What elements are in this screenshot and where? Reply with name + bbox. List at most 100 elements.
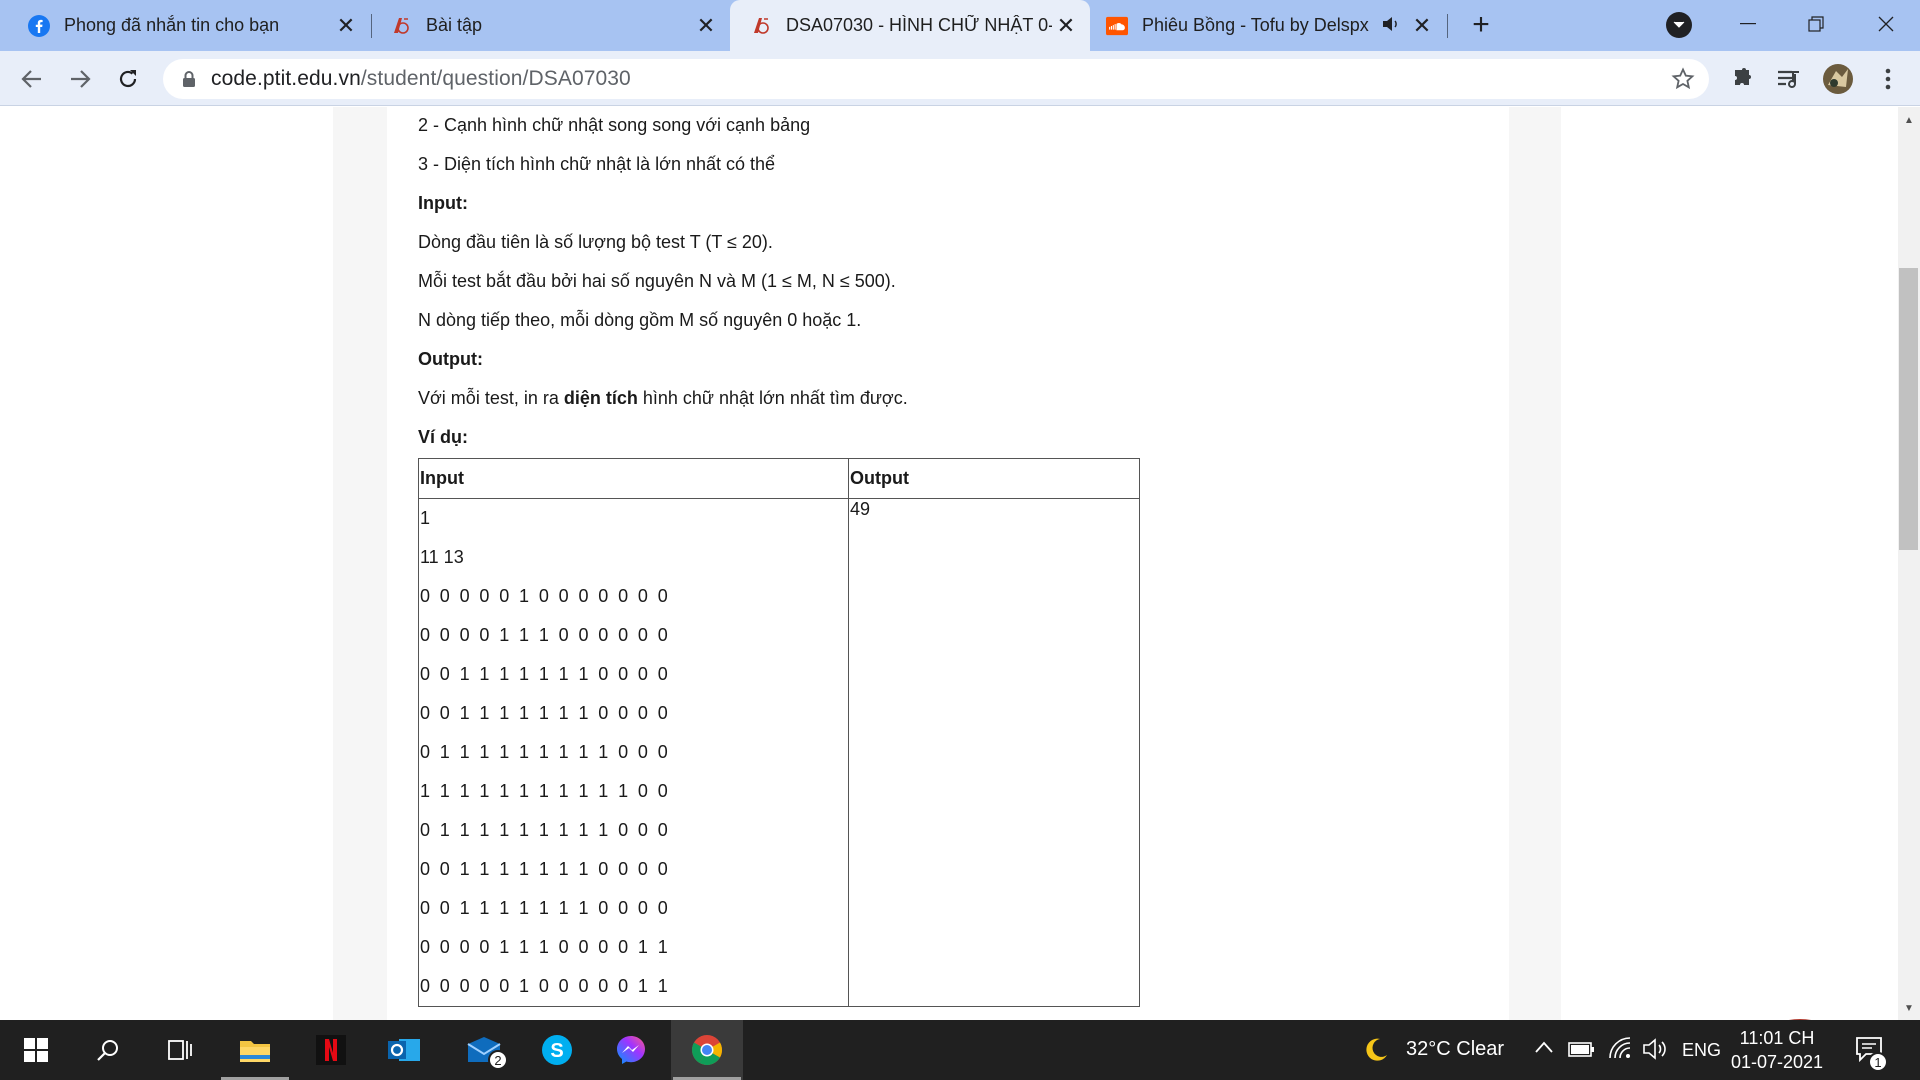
scroll-up-arrow[interactable]: ▲ [1899, 112, 1919, 128]
scroll-down-arrow[interactable]: ▼ [1899, 1000, 1919, 1016]
media-control-button[interactable] [1773, 63, 1805, 95]
avatar [1823, 64, 1853, 94]
profile-avatar[interactable] [1822, 63, 1854, 95]
weather-text[interactable]: 32°C Clear [1406, 1038, 1504, 1061]
task-view-icon [168, 1040, 192, 1060]
close-icon[interactable]: ✕ [1052, 12, 1080, 40]
back-button[interactable] [14, 61, 50, 97]
ptit-icon [390, 15, 412, 37]
close-icon[interactable]: ✕ [692, 12, 720, 40]
tab-search-button[interactable] [1666, 12, 1692, 38]
tab-title: DSA07030 - HÌNH CHỮ NHẬT 0- [786, 15, 1052, 35]
minimize-button[interactable] [1728, 6, 1768, 42]
restore-button[interactable] [1796, 6, 1836, 42]
example-table: Input Output 1 11 13 0 0 0 0 0 1 0 0 0 0… [418, 458, 1140, 1007]
soundcloud-icon [1106, 15, 1128, 37]
search-icon [97, 1040, 118, 1061]
sample-input-line: 0 0 1 1 1 1 1 1 1 0 0 0 0 [420, 703, 671, 723]
url-text: code.ptit.edu.vn/student/question/DSA070… [211, 67, 631, 91]
search-button[interactable] [72, 1020, 144, 1080]
reload-icon [119, 70, 137, 88]
sample-input-line: 0 1 1 1 1 1 1 1 1 1 0 0 0 [420, 820, 671, 840]
notification-count-badge: 1 [1868, 1052, 1888, 1072]
input-desc-1: Dòng đầu tiên là số lượng bộ test T (T ≤… [418, 232, 773, 252]
battery-icon[interactable] [1568, 1039, 1596, 1064]
puzzle-icon [1735, 68, 1751, 85]
extensions-button[interactable] [1726, 63, 1758, 95]
sample-input-line: 0 0 1 1 1 1 1 1 1 0 0 0 0 [420, 898, 671, 918]
sample-input-line: 1 [420, 508, 431, 528]
svg-text:S: S [550, 1040, 563, 1062]
close-icon[interactable]: ✕ [332, 12, 360, 40]
column-header-output: Output [848, 458, 1140, 499]
new-tab-button[interactable]: + [1464, 8, 1498, 42]
address-bar[interactable]: code.ptit.edu.vn/student/question/DSA070… [163, 59, 1709, 99]
tab-facebook[interactable]: Phong đã nhắn tin cho bạn ✕ [0, 0, 370, 51]
taskbar-netflix[interactable] [295, 1020, 367, 1080]
tab-dsa07030[interactable]: DSA07030 - HÌNH CHỮ NHẬT 0- ✕ [730, 0, 1090, 51]
sample-input-line: 0 0 1 1 1 1 1 1 1 0 0 0 0 [420, 664, 671, 684]
table-row: 1 11 13 0 0 0 0 0 1 0 0 0 0 0 0 0 0 0 0 … [418, 498, 1140, 1007]
tab-bai-tap[interactable]: Bài tập ✕ [362, 0, 730, 51]
task-view-button[interactable] [144, 1020, 216, 1080]
input-desc-2: Mỗi test bắt đầu bởi hai số nguyên N và … [418, 271, 896, 291]
close-window-button[interactable] [1866, 6, 1906, 42]
sample-input-line: 0 0 0 0 0 1 0 0 0 0 0 0 0 [420, 586, 671, 606]
sample-input-line: 11 13 [420, 547, 464, 567]
folder-icon [240, 1041, 270, 1062]
scrollbar-thumb[interactable] [1899, 268, 1918, 550]
close-icon[interactable]: ✕ [1408, 12, 1436, 40]
sample-input-line: 0 1 1 1 1 1 1 1 1 1 0 0 0 [420, 742, 671, 762]
tab-soundcloud[interactable]: Phiêu Bồng - Tofu by Delspx ✕ [1090, 0, 1446, 51]
taskbar-skype[interactable]: S [521, 1020, 593, 1080]
output-desc-bold: diện tích [563, 388, 638, 408]
page-scrollbar[interactable] [1898, 107, 1920, 1020]
show-hidden-icons-chevron-icon[interactable] [1534, 1040, 1554, 1059]
tab-separator [1447, 14, 1448, 38]
wifi-icon[interactable] [1608, 1036, 1634, 1065]
chevron-down-icon [1673, 21, 1685, 28]
clock-date: 01-07-2021 [1730, 1052, 1824, 1072]
input-heading: Input: [418, 193, 468, 213]
forward-button[interactable] [62, 61, 98, 97]
taskbar-file-explorer[interactable] [219, 1020, 291, 1080]
start-button[interactable] [0, 1020, 72, 1080]
browser-menu-button[interactable] [1872, 63, 1904, 95]
taskbar-clock[interactable]: 11:01 CH 01-07-2021 [1724, 1026, 1830, 1074]
sample-input-line: 0 0 0 0 1 1 1 0 0 0 0 0 0 [420, 625, 671, 645]
weather-moon-icon[interactable] [1362, 1036, 1390, 1069]
taskbar-mail[interactable]: 2 [448, 1020, 520, 1080]
chrome-icon [692, 1035, 723, 1066]
tab-title: Phong đã nhắn tin cho bạn [64, 15, 280, 35]
browser-toolbar: code.ptit.edu.vn/student/question/DSA070… [0, 51, 1920, 106]
url-host: code.ptit.edu.vn [211, 67, 361, 90]
reload-button[interactable] [110, 61, 146, 97]
input-language-indicator[interactable]: ENG [1682, 1040, 1721, 1061]
bookmark-star-icon[interactable] [1671, 67, 1695, 91]
action-center-button[interactable]: 1 [1854, 1034, 1888, 1072]
windows-logo-icon [24, 1038, 48, 1062]
rule-3: 3 - Diện tích hình chữ nhật là lớn nhất … [418, 154, 776, 174]
page-margin-right [1509, 107, 1561, 1020]
rule-2: 2 - Cạnh hình chữ nhật song song với cạn… [418, 115, 811, 135]
sample-input-line: 1 1 1 1 1 1 1 1 1 1 1 0 0 [420, 781, 671, 801]
example-heading: Ví dụ: [418, 427, 468, 447]
sample-input-line: 0 0 0 0 0 1 0 0 0 0 0 1 1 [420, 976, 671, 996]
sample-input-line: 0 0 0 0 1 1 1 0 0 0 0 1 1 [420, 937, 671, 957]
clock-time: 11:01 CH [1739, 1028, 1815, 1048]
messenger-icon [617, 1036, 645, 1064]
taskbar-outlook[interactable] [368, 1020, 440, 1080]
volume-icon[interactable] [1642, 1037, 1668, 1066]
taskbar-chrome[interactable] [671, 1020, 743, 1080]
mail-unread-badge: 2 [488, 1050, 508, 1070]
taskbar-messenger[interactable] [595, 1020, 667, 1080]
output-desc-prefix: Với mỗi test, in ra [418, 388, 564, 408]
arrow-right-icon [71, 70, 91, 88]
outlook-icon [388, 1039, 420, 1061]
output-heading: Output: [418, 349, 483, 369]
tab-title: Bài tập [426, 15, 483, 35]
column-header-input: Input [418, 458, 849, 499]
speaker-icon[interactable] [1382, 16, 1400, 35]
sample-input-cell: 1 11 13 0 0 0 0 0 1 0 0 0 0 0 0 0 0 0 0 … [418, 498, 849, 1007]
output-desc: Với mỗi test, in ra diện tích hình chữ n… [418, 388, 908, 409]
